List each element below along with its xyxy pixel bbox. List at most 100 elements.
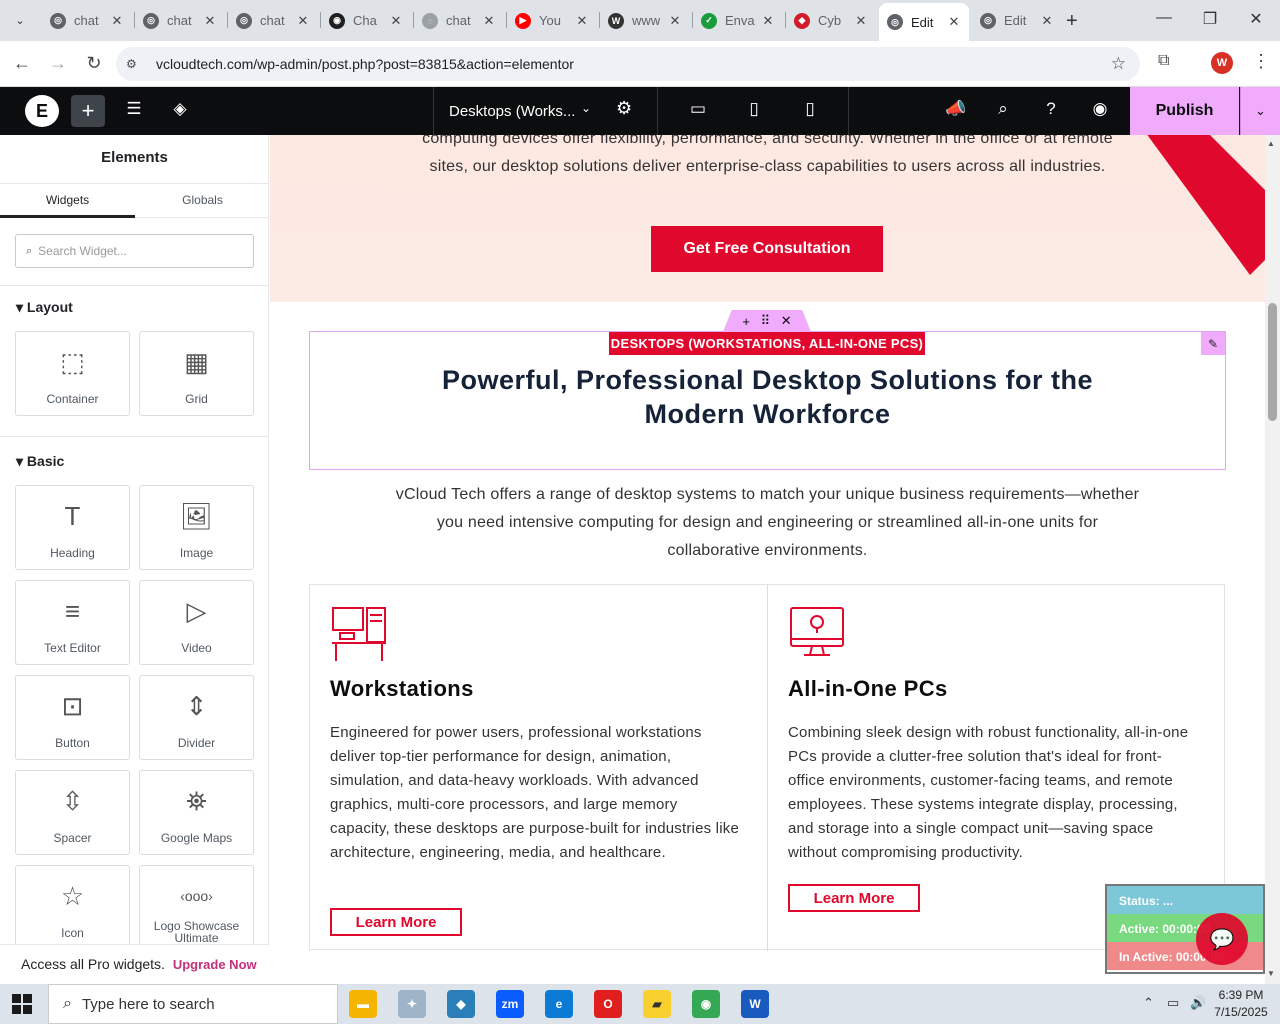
close-tab-icon[interactable]: ✕ — [854, 13, 868, 29]
tab-favicon-icon: ◎ — [143, 12, 159, 29]
scroll-up-arrow-icon[interactable]: ▲ — [1267, 139, 1275, 148]
browser-tab[interactable]: ◎ Edit ✕ — [972, 5, 1062, 36]
upgrade-now-link[interactable]: Upgrade Now — [173, 957, 257, 972]
close-tab-icon[interactable]: ✕ — [947, 14, 961, 30]
sticky-notes-icon[interactable]: ▰ — [643, 990, 671, 1018]
taskbar-clock[interactable]: 6:39 PM 7/15/2025 — [1210, 987, 1272, 1021]
zoom-icon[interactable]: zm — [496, 990, 524, 1018]
chrome-icon[interactable]: ◉ — [692, 990, 720, 1018]
widget-icon[interactable]: ☆ Icon — [15, 865, 130, 950]
help-icon[interactable]: ? — [1039, 99, 1063, 119]
search-icon[interactable]: ⌕ — [991, 99, 1015, 119]
close-tab-icon[interactable]: ✕ — [110, 13, 124, 29]
add-section-icon[interactable]: + — [742, 314, 750, 329]
widget-grid[interactable]: ▦ Grid — [139, 331, 254, 416]
tray-chevron-icon[interactable]: ⌃ — [1143, 995, 1154, 1011]
drag-handle-icon[interactable]: ⠿ — [761, 313, 771, 329]
browser-tab[interactable]: ▶ You ✕ — [507, 5, 597, 36]
close-tab-icon[interactable]: ✕ — [1040, 13, 1054, 29]
browser-tab[interactable]: ◎ Edit ✕ — [879, 3, 969, 41]
tab-globals[interactable]: Globals — [135, 184, 268, 218]
scroll-thumb[interactable] — [1268, 303, 1277, 421]
opera-icon[interactable]: O — [594, 990, 622, 1018]
publish-button[interactable]: Publish — [1130, 87, 1239, 135]
get-free-consultation-button[interactable]: Get Free Consultation — [651, 226, 883, 272]
widget-button[interactable]: ⊡ Button — [15, 675, 130, 760]
word-icon[interactable]: W — [741, 990, 769, 1018]
forward-button[interactable]: → — [47, 53, 69, 74]
chat-bubble-icon[interactable]: 💬 — [1196, 913, 1248, 965]
volume-icon[interactable]: 🔊 — [1190, 995, 1206, 1011]
tab-search-button[interactable]: ⌄ — [8, 9, 32, 31]
edit-pencil-icon[interactable]: ✎ — [1201, 332, 1225, 355]
close-tab-icon[interactable]: ✕ — [575, 13, 589, 29]
browser-tab[interactable]: ◉ Cha ✕ — [321, 5, 411, 36]
widget-container[interactable]: ⬚ Container — [15, 331, 130, 416]
edge-icon[interactable]: e — [545, 990, 573, 1018]
chevron-down-icon[interactable]: ⌄ — [581, 101, 591, 115]
document-settings[interactable]: Desktops (Works... ⌄ ⚙ — [433, 87, 657, 135]
close-tab-icon[interactable]: ✕ — [668, 13, 682, 29]
close-tab-icon[interactable]: ✕ — [482, 13, 496, 29]
structure-layers-icon[interactable]: ◈ — [168, 99, 192, 119]
close-tab-icon[interactable]: ✕ — [203, 13, 217, 29]
tablet-view-icon[interactable]: ▯ — [742, 99, 766, 119]
scroll-down-arrow-icon[interactable]: ▼ — [1267, 969, 1275, 978]
restore-button[interactable]: ❐ — [1200, 9, 1220, 29]
close-window-button[interactable]: ✕ — [1246, 9, 1266, 29]
close-tab-icon[interactable]: ✕ — [761, 13, 775, 29]
site-settings-icon[interactable]: ☰ — [122, 99, 146, 119]
widget-google-maps[interactable]: ⛯ Google Maps — [139, 770, 254, 855]
widget-heading[interactable]: T Heading — [15, 485, 130, 570]
search-widget-input[interactable]: ⌕ Search Widget... — [15, 234, 254, 268]
windows-start-icon[interactable] — [12, 994, 32, 1014]
reload-button[interactable]: ↻ — [83, 53, 105, 74]
browser-menu-icon[interactable]: ⋮ — [1252, 51, 1270, 72]
learn-more-button[interactable]: Learn More — [788, 884, 920, 912]
add-element-button[interactable]: + — [71, 95, 105, 127]
widget-text-editor[interactable]: ≡ Text Editor — [15, 580, 130, 665]
app-icon[interactable]: ✦ — [398, 990, 426, 1018]
file-explorer-icon[interactable]: ▬ — [349, 990, 377, 1018]
tab-widgets[interactable]: Widgets — [0, 184, 135, 218]
close-tab-icon[interactable]: ✕ — [296, 13, 310, 29]
delete-section-icon[interactable]: ✕ — [781, 313, 792, 329]
browser-tab[interactable]: ◎ chat ✕ — [228, 5, 318, 36]
taskbar-search-box[interactable]: ⌕ Type here to search — [48, 984, 338, 1024]
app-icon[interactable]: ◆ — [447, 990, 475, 1018]
browser-tab[interactable]: ✓ Enva ✕ — [693, 5, 783, 36]
network-icon[interactable]: ▭ — [1167, 995, 1179, 1011]
preview-eye-icon[interactable]: ◉ — [1088, 99, 1112, 119]
new-tab-button[interactable]: + — [1066, 10, 1078, 33]
omnibox[interactable]: ⚙ vcloudtech.com/wp-admin/post.php?post=… — [116, 47, 1140, 81]
extensions-icon[interactable]: ⧉ — [1158, 52, 1169, 70]
browser-tab[interactable]: Wwww ✕ — [600, 5, 690, 36]
canvas-scrollbar[interactable]: ▲ ▼ — [1265, 135, 1280, 984]
browser-tab[interactable]: ◎ chat ✕ — [42, 5, 132, 36]
site-info-icon[interactable]: ⚙ — [126, 57, 144, 71]
back-button[interactable]: ← — [11, 53, 33, 74]
notifications-icon[interactable]: 📣 — [944, 99, 968, 119]
browser-tab[interactable]: ◆ Cyb ✕ — [786, 5, 876, 36]
mobile-view-icon[interactable]: ▯ — [798, 99, 822, 119]
widget-image[interactable]: 🖼 Image — [139, 485, 254, 570]
section-layout-title[interactable]: ▾ Layout — [16, 299, 73, 316]
browser-tab[interactable]: ◌ chat ✕ — [414, 5, 504, 36]
minimize-button[interactable]: — — [1154, 9, 1174, 27]
widget-divider[interactable]: ⇕ Divider — [139, 675, 254, 760]
elementor-logo-icon[interactable]: E — [25, 95, 59, 127]
url-text[interactable]: vcloudtech.com/wp-admin/post.php?post=83… — [156, 56, 574, 72]
tab-title: chat — [167, 13, 192, 28]
profile-avatar[interactable]: W — [1211, 52, 1233, 74]
close-tab-icon[interactable]: ✕ — [389, 13, 403, 29]
widget-logo-showcase-ultimate[interactable]: ‹ooo› Logo Showcase Ultimate — [139, 865, 254, 950]
section-basic-title[interactable]: ▾ Basic — [16, 453, 64, 470]
widget-spacer[interactable]: ⇳ Spacer — [15, 770, 130, 855]
browser-tab[interactable]: ◎ chat ✕ — [135, 5, 225, 36]
learn-more-button[interactable]: Learn More — [330, 908, 462, 936]
publish-options-chevron-icon[interactable]: ⌄ — [1240, 87, 1280, 135]
bookmark-star-icon[interactable]: ☆ — [1111, 54, 1126, 74]
desktop-view-icon[interactable]: ▭ — [686, 99, 710, 119]
page-settings-icon[interactable]: ⚙ — [616, 98, 632, 119]
widget-video[interactable]: ▷ Video — [139, 580, 254, 665]
